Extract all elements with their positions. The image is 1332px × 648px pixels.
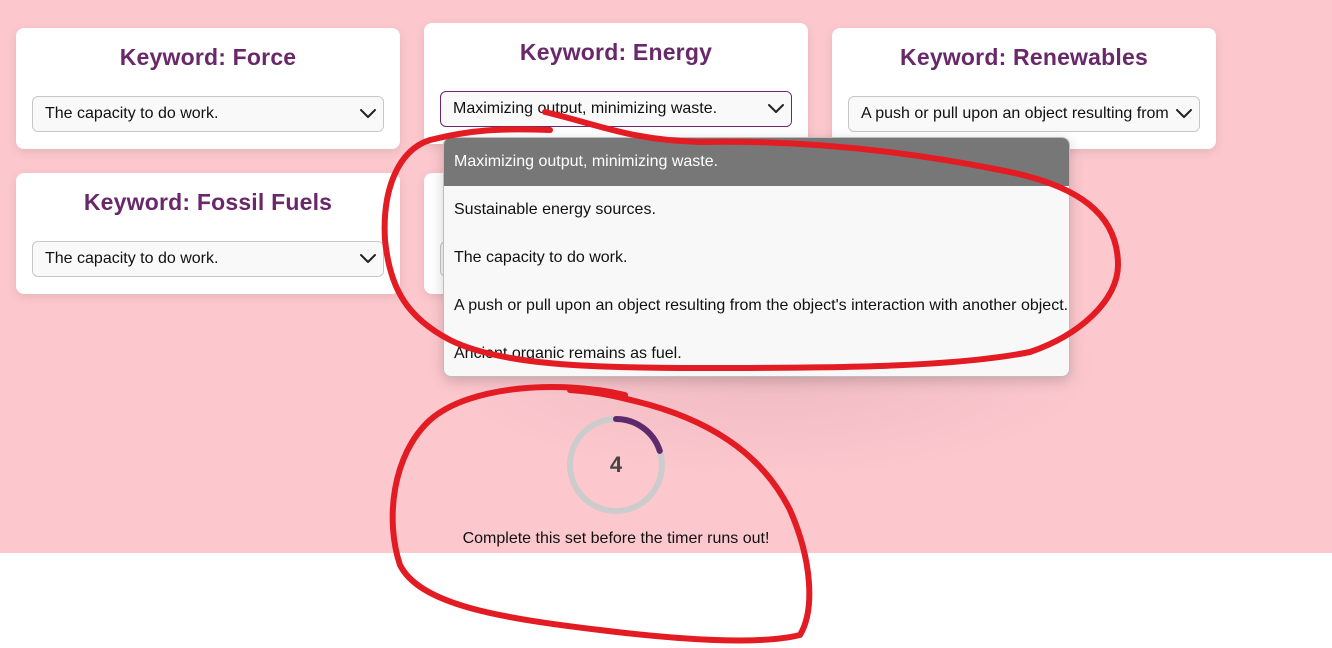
chevron-down-icon [353,97,383,131]
dropdown-option[interactable]: A push or pull upon an object resulting … [444,282,1069,330]
matching-game-screen: Keyword: Force The capacity to do work. … [0,0,1332,648]
select-value: The capacity to do work. [45,105,219,122]
dropdown-option[interactable]: The capacity to do work. [444,234,1069,282]
card-keyword-title: Keyword: Force [119,44,297,70]
card-keyword-title: Keyword: Renewables [900,44,1148,70]
definition-select-renewables[interactable]: A push or pull upon an object resulting … [848,96,1200,132]
select-value: Maximizing output, minimizing waste. [453,100,718,117]
card-fossil-fuels: Keyword: Fossil Fuels The capacity to do… [16,173,400,294]
chevron-down-icon [761,92,791,126]
definition-dropdown-list: Maximizing output, minimizing waste. Sus… [443,137,1070,377]
dropdown-option[interactable]: Sustainable energy sources. [444,186,1069,234]
card-renewables: Keyword: Renewables A push or pull upon … [832,28,1216,149]
dropdown-option[interactable]: Ancient organic remains as fuel. [444,330,1069,376]
definition-select-energy[interactable]: Maximizing output, minimizing waste. [440,91,792,127]
page-footer-area [0,553,1332,648]
definition-select-force[interactable]: The capacity to do work. [32,96,384,132]
chevron-down-icon [1169,97,1199,131]
chevron-down-icon [353,242,383,276]
select-value: A push or pull upon an object resulting … [861,105,1169,122]
card-force: Keyword: Force The capacity to do work. [16,28,400,149]
card-energy: Keyword: Energy Maximizing output, minim… [424,23,808,144]
card-keyword-title: Keyword: Energy [519,39,713,65]
timer-value: 4 [609,452,623,477]
dropdown-option[interactable]: Maximizing output, minimizing waste. [444,138,1069,186]
select-value: The capacity to do work. [45,250,219,267]
definition-select-fossil-fuels[interactable]: The capacity to do work. [32,241,384,277]
countdown-timer: 4 [565,414,667,516]
card-keyword-title: Keyword: Fossil Fuels [83,189,333,215]
timer-message: Complete this set before the timer runs … [462,530,770,547]
